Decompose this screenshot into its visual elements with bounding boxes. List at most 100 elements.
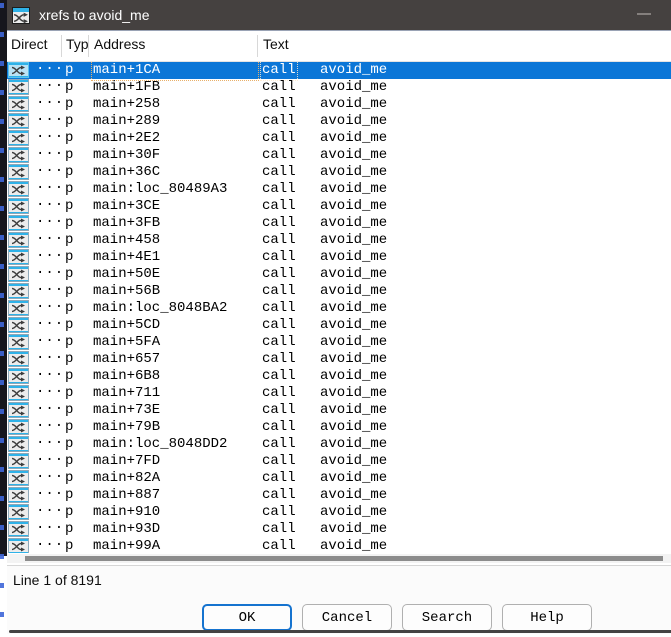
xref-type: p: [65, 317, 74, 333]
background-strip-marks: [0, 3, 4, 637]
xref-type: p: [65, 164, 74, 180]
xref-address: main+3FB: [93, 215, 161, 231]
column-separator[interactable]: [257, 35, 258, 57]
xref-type: p: [65, 300, 74, 316]
search-button[interactable]: Search: [402, 604, 492, 631]
xref-address: main+3CE: [93, 198, 161, 214]
xref-text-mnemonic: call: [262, 538, 296, 553]
xref-type: p: [65, 368, 74, 384]
xref-text-operand: avoid_me: [320, 368, 388, 384]
xref-row[interactable]: ... p main+30F call avoid_me: [7, 143, 671, 164]
xref-row[interactable]: ... p main:loc_80489A3 call avoid_me: [7, 177, 671, 198]
xref-row[interactable]: ... p main+458 call avoid_me: [7, 228, 671, 249]
xref-row[interactable]: ... p main+4E1 call avoid_me: [7, 245, 671, 266]
xref-row[interactable]: ... p main+3FB call avoid_me: [7, 211, 671, 232]
xref-row[interactable]: ... p main+258 call avoid_me: [7, 92, 671, 113]
horizontal-scrollbar-thumb[interactable]: [25, 556, 663, 561]
xref-row[interactable]: ... p main+79B call avoid_me: [7, 415, 671, 436]
xref-type: p: [65, 402, 74, 418]
xref-address: main+79B: [93, 419, 161, 435]
xref-text-mnemonic: call: [262, 113, 296, 129]
xref-text-mnemonic: call: [262, 504, 296, 520]
xref-shuffle-icon: [8, 385, 29, 401]
xref-shuffle-icon: [8, 266, 29, 282]
column-header-text[interactable]: Text: [263, 36, 289, 52]
xref-row[interactable]: ... p main:loc_8048DD2 call avoid_me: [7, 432, 671, 453]
horizontal-scrollbar[interactable]: [7, 554, 671, 563]
xref-shuffle-icon: [8, 504, 29, 520]
xref-address: main+5CD: [93, 317, 161, 333]
xref-type: p: [65, 334, 74, 350]
xref-address: main+30F: [93, 147, 161, 163]
xref-row[interactable]: ... p main+1CA call avoid_me: [7, 62, 671, 81]
direction-dots: ...: [36, 109, 65, 125]
xref-row[interactable]: ... p main+82A call avoid_me: [7, 466, 671, 487]
column-separator[interactable]: [88, 35, 89, 57]
xref-text-operand: avoid_me: [320, 164, 388, 180]
xref-text-mnemonic: call: [262, 521, 296, 537]
xref-row[interactable]: ... p main+887 call avoid_me: [7, 483, 671, 504]
column-header-type[interactable]: Typ: [66, 36, 89, 52]
direction-dots: ...: [36, 143, 65, 159]
table-header: Direct Typ Address Text: [7, 31, 671, 62]
xref-address: main+93D: [93, 521, 161, 537]
help-button[interactable]: Help: [502, 604, 592, 631]
direction-dots: ...: [36, 92, 65, 108]
xref-row[interactable]: ... p main+1FB call avoid_me: [7, 75, 671, 96]
xref-text-mnemonic: call: [262, 419, 296, 435]
cancel-button[interactable]: Cancel: [302, 604, 392, 631]
column-header-address[interactable]: Address: [94, 36, 145, 52]
xref-row[interactable]: ... p main+5FA call avoid_me: [7, 330, 671, 351]
xref-text-operand: avoid_me: [320, 436, 388, 452]
xref-row[interactable]: ... p main+289 call avoid_me: [7, 109, 671, 130]
xref-shuffle-icon: [8, 283, 29, 299]
xref-shuffle-icon: [8, 351, 29, 367]
xref-type: p: [65, 436, 74, 452]
direction-dots: ...: [36, 347, 65, 363]
direction-dots: ...: [36, 415, 65, 431]
xref-text-operand: avoid_me: [320, 538, 388, 553]
xref-row[interactable]: ... p main+7FD call avoid_me: [7, 449, 671, 470]
xref-row[interactable]: ... p main+657 call avoid_me: [7, 347, 671, 368]
xref-row[interactable]: ... p main+910 call avoid_me: [7, 500, 671, 521]
xref-address: main+99A: [93, 538, 161, 553]
xref-text-mnemonic: call: [262, 283, 296, 299]
xref-row[interactable]: ... p main:loc_8048BA2 call avoid_me: [7, 296, 671, 317]
ok-button[interactable]: OK: [202, 604, 292, 631]
xref-text-operand: avoid_me: [320, 402, 388, 418]
xref-row[interactable]: ... p main+6B8 call avoid_me: [7, 364, 671, 385]
xref-shuffle-icon: [8, 436, 29, 452]
xref-shuffle-icon: [8, 215, 29, 231]
xref-shuffle-icon: [8, 147, 29, 163]
xref-shuffle-icon: [8, 419, 29, 435]
xref-shuffle-icon: [8, 402, 29, 418]
xref-address: main+2E2: [93, 130, 161, 146]
xref-address: main+50E: [93, 266, 161, 282]
xref-row[interactable]: ... p main+2E2 call avoid_me: [7, 126, 671, 147]
xref-row[interactable]: ... p main+56B call avoid_me: [7, 279, 671, 300]
xref-address: main+887: [93, 487, 161, 503]
xref-address: main+1FB: [93, 79, 161, 95]
xref-row[interactable]: ... p main+711 call avoid_me: [7, 381, 671, 402]
xref-row[interactable]: ... p main+50E call avoid_me: [7, 262, 671, 283]
xref-row[interactable]: ... p main+5CD call avoid_me: [7, 313, 671, 334]
minimize-dash-icon: [637, 13, 651, 15]
direction-dots: ...: [36, 432, 65, 448]
direction-dots: ...: [36, 534, 65, 550]
xref-row[interactable]: ... p main+3CE call avoid_me: [7, 194, 671, 215]
column-separator[interactable]: [61, 35, 62, 57]
xref-type: p: [65, 232, 74, 248]
xref-row[interactable]: ... p main+73E call avoid_me: [7, 398, 671, 419]
xref-row[interactable]: ... p main+99A call avoid_me: [7, 534, 671, 553]
background-window-strip: [0, 0, 7, 637]
xref-shuffle-icon: [8, 368, 29, 384]
xref-type: p: [65, 181, 74, 197]
xref-text-mnemonic: call: [262, 198, 296, 214]
xref-row[interactable]: ... p main+36C call avoid_me: [7, 160, 671, 181]
xref-row[interactable]: ... p main+93D call avoid_me: [7, 517, 671, 538]
xref-text-operand: avoid_me: [320, 147, 388, 163]
column-header-direction[interactable]: Direct: [11, 36, 48, 52]
xref-text-operand: avoid_me: [320, 181, 388, 197]
xref-shuffle-icon: [8, 317, 29, 333]
xref-text-operand: avoid_me: [320, 351, 388, 367]
